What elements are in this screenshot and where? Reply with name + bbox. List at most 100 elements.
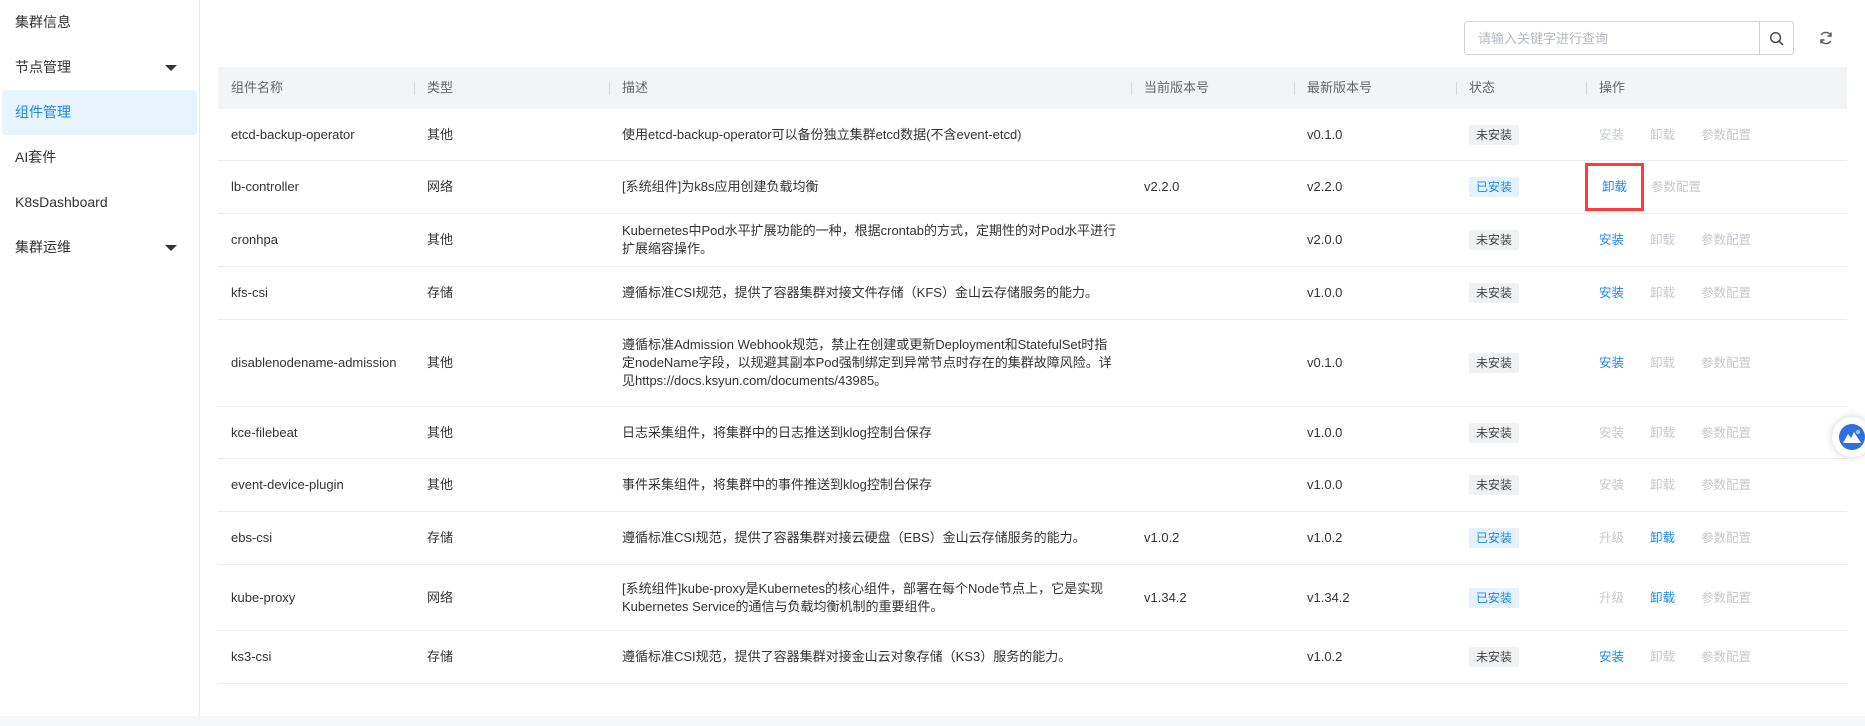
component-type: 其他 (427, 126, 454, 142)
config-action[interactable]: 参数配置 (1701, 126, 1751, 144)
component-description: 遵循标准CSI规范，提供了容器集群对接文件存储（KFS）金山云存储服务的能力。 (622, 285, 1098, 300)
status-badge: 未安装 (1469, 353, 1520, 373)
main-content: 组件名称 类型描述当前版本号最新版本号状态操作 etcd-backup-opera… (200, 0, 1865, 726)
table-header: 组件名称 类型 描述 当前版本号 最新版本号 状态 操作 (218, 67, 1847, 109)
status-badge: 未安装 (1469, 230, 1520, 250)
install-action[interactable]: 安装 (1599, 126, 1624, 144)
sidebar-item[interactable]: 节点管理 (0, 45, 199, 90)
sidebar-item[interactable]: K8sDashboard (0, 180, 199, 225)
search-button[interactable] (1759, 22, 1793, 54)
uninstall-action[interactable]: 卸载 (1650, 354, 1675, 372)
config-action[interactable]: 参数配置 (1701, 648, 1751, 666)
component-name: ebs-csi (231, 530, 273, 545)
table-body: etcd-backup-operator 其他 使用etcd-backup-oper… (218, 109, 1847, 684)
config-action[interactable]: 参数配置 (1701, 231, 1751, 249)
status-badge: 已安装 (1469, 528, 1520, 548)
sidebar: 集群信息节点管理组件管理 AI套件 K8sDashboard 集群运维 (0, 0, 200, 726)
sidebar-item-label: 节点管理 (15, 59, 71, 75)
upgrade-action[interactable]: 升级 (1599, 589, 1624, 607)
refresh-button[interactable] (1814, 26, 1838, 50)
component-description: 使用etcd-backup-operator可以备份独立集群etcd数据(不含e… (622, 126, 1022, 142)
component-name: disablenodename-admission (231, 355, 397, 370)
status-cell: 未安装 (1456, 230, 1586, 250)
column-header: 当前版本号 (1131, 67, 1294, 109)
uninstall-action[interactable]: 卸载 (1650, 589, 1675, 607)
uninstall-action[interactable]: 卸载 (1650, 529, 1675, 547)
latest-version: v1.0.2 (1307, 530, 1343, 545)
caret-down-icon (165, 245, 177, 251)
component-type: 存储 (427, 649, 454, 664)
uninstall-action[interactable]: 卸载 (1650, 424, 1675, 442)
component-type: 存储 (427, 530, 454, 545)
uninstall-action[interactable]: 卸载 (1650, 648, 1675, 666)
table-row: disablenodename-admission 其他 遵循标准Admission… (218, 320, 1847, 407)
table-row: cronhpa 其他 Kubernetes中Pod水平扩展功能的一种，根据cront… (218, 214, 1847, 267)
config-action[interactable]: 参数配置 (1701, 424, 1751, 442)
uninstall-action[interactable]: 卸载 (1650, 476, 1675, 494)
install-action[interactable]: 安装 (1599, 424, 1624, 442)
sidebar-item-label: 集群信息 (15, 14, 71, 30)
component-type: 其他 (427, 355, 454, 370)
component-name: kfs-csi (231, 285, 268, 300)
install-action[interactable]: 安装 (1599, 354, 1624, 372)
table-row: event-device-plugin 其他 事件采集组件，将集群中的事件推送到kl… (218, 459, 1847, 512)
search-input[interactable] (1465, 22, 1759, 54)
uninstall-action[interactable]: 卸载 (1584, 163, 1645, 211)
install-action[interactable]: 安装 (1599, 231, 1624, 249)
actions-cell: 升级 卸载 参数配置 (1586, 529, 1847, 547)
current-version: v2.2.0 (1144, 179, 1180, 194)
status-badge: 未安装 (1469, 475, 1520, 495)
upgrade-action[interactable]: 升级 (1599, 529, 1624, 547)
actions-cell: 安装 卸载 参数配置 (1586, 231, 1847, 249)
sidebar-item[interactable]: 组件管理 (2, 90, 197, 135)
sidebar-item-label: 集群运维 (15, 239, 71, 255)
component-name: lb-controller (231, 179, 299, 194)
config-action[interactable]: 参数配置 (1701, 476, 1751, 494)
component-name: ks3-csi (231, 649, 272, 664)
component-type: 其他 (427, 232, 454, 247)
table-row: kfs-csi 存储 遵循标准CSI规范，提供了容器集群对接文件存储（KFS）金山云… (218, 267, 1847, 320)
column-header: 最新版本号 (1294, 67, 1456, 109)
search-box (1464, 21, 1794, 55)
component-description: 日志采集组件，将集群中的日志推送到klog控制台保存 (622, 424, 932, 440)
status-cell: 未安装 (1456, 283, 1586, 303)
config-action[interactable]: 参数配置 (1701, 354, 1751, 372)
actions-cell: 安装 卸载 参数配置 (1586, 354, 1847, 372)
refresh-icon (1820, 31, 1832, 45)
sidebar-item[interactable]: AI套件 (0, 135, 199, 180)
column-header: 描述 (609, 67, 1131, 109)
table-row: ks3-csi 存储 遵循标准CSI规范，提供了容器集群对接金山云对象存储（KS3）… (218, 631, 1847, 684)
latest-version: v1.0.0 (1307, 477, 1343, 492)
uninstall-action[interactable]: 卸载 (1650, 231, 1675, 249)
config-action[interactable]: 参数配置 (1651, 178, 1701, 196)
latest-version: v0.1.0 (1307, 126, 1343, 142)
uninstall-action[interactable]: 卸载 (1650, 126, 1675, 144)
actions-cell: 卸载 参数配置 (1584, 163, 1847, 211)
status-badge: 已安装 (1469, 177, 1520, 197)
sidebar-item[interactable]: 集群信息 (0, 0, 199, 45)
uninstall-action[interactable]: 卸载 (1650, 284, 1675, 302)
config-action[interactable]: 参数配置 (1701, 529, 1751, 547)
install-action[interactable]: 安装 (1599, 284, 1624, 302)
floating-assistant-button[interactable] (1832, 417, 1865, 457)
config-action[interactable]: 参数配置 (1701, 284, 1751, 302)
install-action[interactable]: 安装 (1599, 476, 1624, 494)
caret-down-icon (165, 65, 177, 71)
latest-version: v1.0.2 (1307, 649, 1343, 664)
table-row: etcd-backup-operator 其他 使用etcd-backup-oper… (218, 109, 1847, 161)
sidebar-item[interactable]: 集群运维 (0, 225, 199, 270)
column-header: 操作 (1586, 67, 1847, 109)
table-row: kce-filebeat 其他 日志采集组件，将集群中的日志推送到klog控制台保存… (218, 407, 1847, 459)
column-header: 类型 (414, 67, 609, 109)
actions-cell: 升级 卸载 参数配置 (1586, 589, 1847, 607)
column-header: 组件名称 (231, 80, 284, 95)
install-action[interactable]: 安装 (1599, 648, 1624, 666)
status-cell: 未安装 (1456, 647, 1586, 667)
component-name: kube-proxy (231, 589, 296, 605)
config-action[interactable]: 参数配置 (1701, 589, 1751, 607)
bottom-strip (0, 716, 1865, 726)
status-cell: 已安装 (1456, 177, 1586, 197)
latest-version: v1.34.2 (1307, 589, 1350, 605)
status-badge: 已安装 (1469, 587, 1520, 608)
component-type: 其他 (427, 424, 454, 440)
